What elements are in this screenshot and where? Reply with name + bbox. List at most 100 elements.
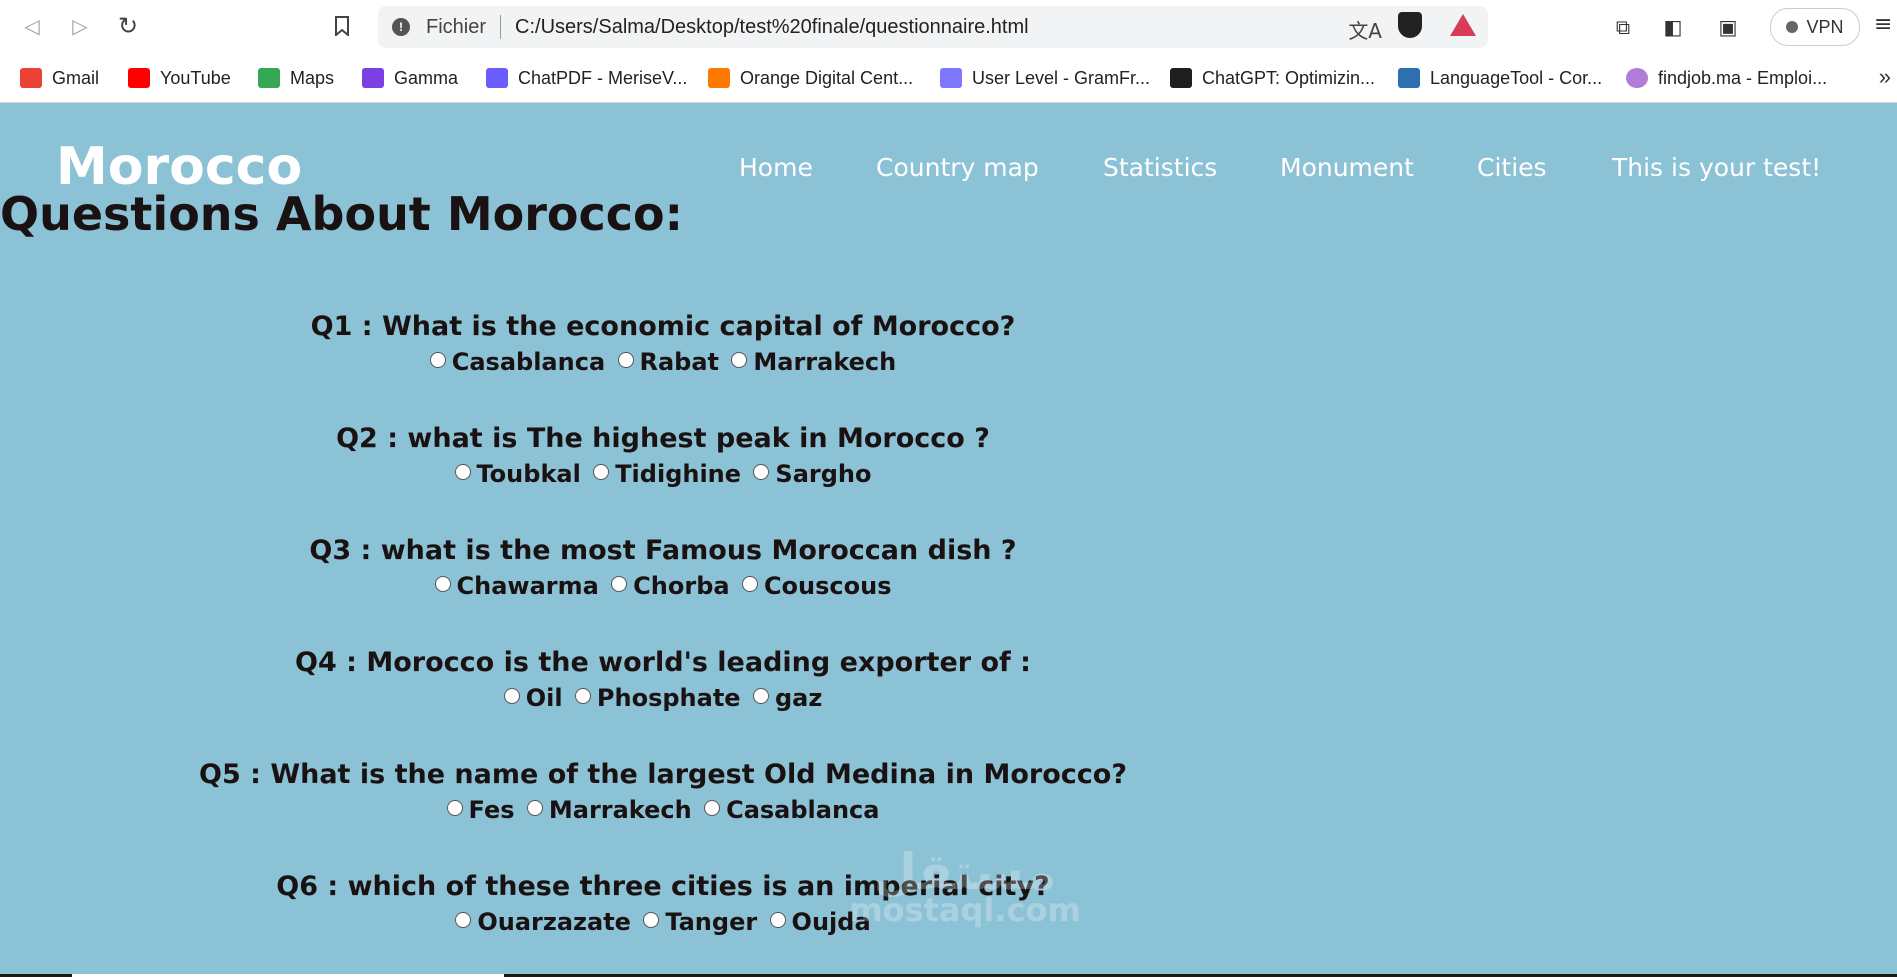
option-sargho[interactable]: Sargho: [753, 460, 871, 488]
radio-button[interactable]: [752, 688, 769, 704]
radio-button[interactable]: [753, 464, 770, 480]
url-scheme: Fichier: [426, 15, 487, 38]
nav-cities[interactable]: Cities: [1477, 153, 1547, 182]
option-tidighine[interactable]: Tidighine: [593, 460, 741, 488]
more-bookmarks-icon[interactable]: »: [1879, 64, 1891, 90]
option-tanger[interactable]: Tanger: [643, 908, 757, 936]
bookmark-label: Maps: [290, 67, 335, 88]
bookmark-findjob[interactable]: findjob.ma - Emploi...: [1626, 64, 1827, 92]
option-couscous[interactable]: Couscous: [741, 572, 892, 600]
option-label: Casablanca: [451, 348, 606, 376]
radio-button[interactable]: [434, 576, 451, 592]
reload-icon[interactable]: ↻: [114, 12, 142, 40]
nav-home[interactable]: Home: [739, 153, 813, 182]
maps-icon: [258, 68, 280, 88]
brave-rewards-icon[interactable]: [1450, 14, 1476, 36]
radio-button[interactable]: [454, 464, 471, 480]
url-divider: [500, 15, 502, 39]
option-label: Couscous: [763, 572, 892, 600]
radio-button[interactable]: [617, 352, 634, 368]
radio-button[interactable]: [446, 800, 463, 816]
option-oil[interactable]: Oil: [503, 684, 563, 712]
nav-test[interactable]: This is your test!: [1612, 153, 1821, 182]
option-marrakech[interactable]: Marrakech: [526, 796, 692, 824]
option-chawarma[interactable]: Chawarma: [434, 572, 599, 600]
radio-button[interactable]: [574, 688, 591, 704]
nav-monument[interactable]: Monument: [1280, 153, 1414, 182]
answer-options: Chawarma Chorba Couscous: [0, 572, 1326, 600]
site-info-icon[interactable]: !: [392, 18, 410, 36]
option-label: Marrakech: [753, 348, 897, 376]
option-gaz[interactable]: gaz: [752, 684, 822, 712]
menu-icon[interactable]: ≡: [1874, 12, 1892, 37]
question-1: Q1 : What is the economic capital of Mor…: [0, 311, 1326, 376]
page-title: Questions About Morocco:: [0, 187, 684, 241]
radio-button[interactable]: [611, 576, 628, 592]
radio-button[interactable]: [455, 912, 472, 928]
youtube-icon: [128, 68, 150, 88]
option-casablanca[interactable]: Casablanca: [704, 796, 879, 824]
question-2: Q2 : what is The highest peak in Morocco…: [0, 423, 1326, 488]
option-phosphate[interactable]: Phosphate: [574, 684, 741, 712]
vpn-button[interactable]: VPN: [1770, 8, 1860, 46]
option-marrakech[interactable]: Marrakech: [731, 348, 896, 376]
orange-icon: [708, 68, 730, 88]
translate-icon[interactable]: 文A: [1348, 15, 1382, 44]
gmail-icon: [20, 68, 42, 88]
brave-shield-icon[interactable]: [1398, 12, 1422, 38]
bookmark-youtube[interactable]: YouTube: [128, 64, 231, 92]
radio-button[interactable]: [769, 912, 786, 928]
radio-button[interactable]: [429, 352, 446, 368]
wallet-icon[interactable]: ▣: [1715, 14, 1741, 40]
option-label: Tidighine: [615, 460, 742, 488]
question-text: Q6 : which of these three cities is an i…: [276, 871, 1050, 902]
option-toubkal[interactable]: Toubkal: [454, 460, 581, 488]
option-fes[interactable]: Fes: [446, 796, 515, 824]
url-text[interactable]: C:/Users/Salma/Desktop/test%20finale/que…: [515, 16, 1029, 39]
bookmark-orange[interactable]: Orange Digital Cent...: [708, 64, 913, 92]
question-5: Q5 : What is the name of the largest Old…: [0, 759, 1326, 824]
option-label: Chawarma: [456, 572, 599, 600]
option-label: Oil: [525, 684, 563, 712]
bookmark-chatgpt[interactable]: ChatGPT: Optimizin...: [1170, 64, 1375, 92]
radio-button[interactable]: [526, 800, 543, 816]
back-icon[interactable]: ◁: [18, 12, 46, 40]
answer-options: Oil Phosphate gaz: [0, 684, 1326, 712]
option-chorba[interactable]: Chorba: [611, 572, 730, 600]
browser-toolbar: ◁ ▷ ↻ ! Fichier C:/Users/Salma/Desktop/t…: [0, 0, 1897, 54]
option-ouarzazate[interactable]: Ouarzazate: [455, 908, 631, 936]
findjob-icon: [1626, 68, 1648, 88]
bookmark-gramfr[interactable]: User Level - GramFr...: [940, 64, 1150, 92]
bookmark-label: ChatPDF - MeriseV...: [518, 67, 688, 88]
bookmark-icon[interactable]: [328, 12, 356, 40]
option-rabat[interactable]: Rabat: [617, 348, 719, 376]
bookmark-gmail[interactable]: Gmail: [20, 64, 99, 92]
chatpdf-icon: [486, 68, 508, 88]
extensions-icon[interactable]: ⧉: [1610, 14, 1636, 40]
radio-button[interactable]: [643, 912, 660, 928]
option-label: Marrakech: [548, 796, 692, 824]
forward-icon[interactable]: ▷: [66, 12, 94, 40]
bookmark-chatpdf[interactable]: ChatPDF - MeriseV...: [486, 64, 687, 92]
question-text: Q5 : What is the name of the largest Old…: [199, 759, 1127, 790]
option-casablanca[interactable]: Casablanca: [429, 348, 606, 376]
option-label: Sargho: [775, 460, 872, 488]
radio-button[interactable]: [593, 464, 610, 480]
address-bar[interactable]: ! Fichier C:/Users/Salma/Desktop/test%20…: [378, 6, 1488, 48]
radio-button[interactable]: [741, 576, 758, 592]
bookmark-gamma[interactable]: Gamma: [362, 64, 458, 92]
answer-options: Casablanca Rabat Marrakech: [0, 348, 1326, 376]
radio-button[interactable]: [704, 800, 721, 816]
bookmarks-bar: Gmail YouTube Maps Gamma ChatPDF - Meris…: [0, 54, 1897, 103]
radio-button[interactable]: [503, 688, 520, 704]
bookmark-languagetool[interactable]: LanguageTool - Cor...: [1398, 64, 1602, 92]
question-text: Q2 : what is The highest peak in Morocco…: [336, 423, 990, 454]
option-label: Toubkal: [476, 460, 581, 488]
bookmark-maps[interactable]: Maps: [258, 64, 334, 92]
nav-country-map[interactable]: Country map: [876, 153, 1039, 182]
vpn-label: VPN: [1806, 16, 1844, 37]
sidebar-icon[interactable]: ◧: [1660, 14, 1686, 40]
radio-button[interactable]: [731, 352, 748, 368]
nav-statistics[interactable]: Statistics: [1103, 153, 1217, 182]
bookmark-label: LanguageTool - Cor...: [1430, 67, 1603, 88]
